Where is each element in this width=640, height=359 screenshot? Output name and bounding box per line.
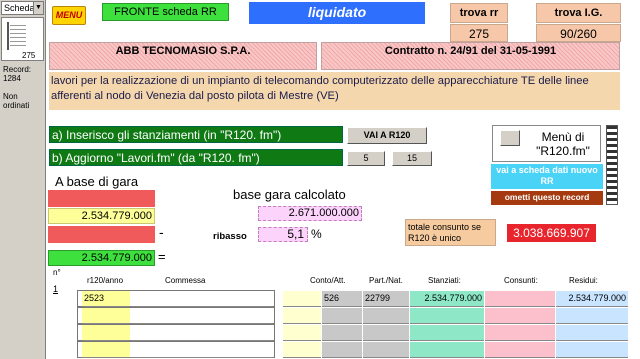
ribasso-label: ribasso (213, 231, 247, 242)
cell-stanziati[interactable]: 2.534.779.000 (410, 291, 484, 307)
contract-field[interactable]: Contratto n. 24/91 del 31-05-1991 (321, 42, 620, 70)
cell-commessa[interactable] (131, 342, 273, 358)
cell-stanziati[interactable] (410, 342, 484, 358)
vai-scheda-nuovo-rr-button[interactable]: vai a scheda dati nuovo RR (491, 164, 603, 189)
portal-table: 2523 526 22799 2.534.779.000 2.534.779.000 (0, 290, 640, 359)
base-gara-value[interactable]: 2.534.779.000 (48, 208, 155, 224)
cell-residui[interactable] (556, 342, 628, 358)
cell-conto[interactable]: 526 (322, 291, 362, 307)
table-row (0, 307, 640, 324)
description-field[interactable]: lavori per la realizzazione di un impian… (49, 72, 620, 110)
ometti-record-button[interactable]: ometti questo record (491, 191, 603, 205)
trova-ig-field[interactable]: 90/260 (536, 24, 621, 42)
chevron-down-icon[interactable]: ▼ (33, 2, 43, 14)
menu-r120-label: Menù di "R120.fm" (536, 130, 590, 158)
cell-r120[interactable]: 2523 (82, 291, 130, 307)
table-row (0, 341, 640, 358)
base-gara-red-field-bottom[interactable] (48, 226, 155, 243)
cell-stanziati[interactable] (410, 325, 484, 341)
percent-sign: % (311, 227, 322, 241)
menu-button[interactable]: MENU (52, 6, 86, 25)
base-gara-title: A base di gara (55, 174, 139, 189)
table-row: 2523 526 22799 2.534.779.000 2.534.779.000 (0, 290, 640, 307)
view-select[interactable]: Scheda ... ▼ (1, 1, 44, 15)
cell-conto[interactable] (322, 342, 362, 358)
cell-r120[interactable] (82, 308, 130, 324)
record-label: Record: (3, 65, 32, 74)
record-count: 1284 (3, 74, 21, 83)
cell-conto[interactable] (322, 325, 362, 341)
cell-commessa[interactable] (131, 308, 273, 324)
col-header-residui: Residui: (569, 276, 598, 285)
ribasso-field[interactable]: 5,1 (258, 227, 308, 242)
cell-consunti[interactable] (485, 291, 555, 307)
minus-sign: - (159, 224, 164, 240)
totale-consunto-label: totale consunto se R120 è unico (405, 219, 496, 246)
cell-consunti[interactable] (485, 342, 555, 358)
update-lavori-button[interactable]: b) Aggiorno "Lavori.fm" (da "R120. fm") (49, 149, 343, 166)
equals-sign: = (158, 249, 166, 264)
trova-rr-button[interactable]: trova rr (450, 3, 508, 23)
cell-residui[interactable] (556, 325, 628, 341)
cell-part[interactable] (363, 342, 409, 358)
step-15-button[interactable]: 15 (392, 151, 432, 166)
sort-status: Non ordinati (3, 92, 30, 110)
record-scroll-handle[interactable] (606, 125, 618, 205)
cell-gap (283, 342, 321, 358)
cell-commessa[interactable] (131, 325, 273, 341)
totale-consunto-value: 3.038.669.907 (507, 224, 596, 242)
cell-gap (283, 325, 321, 341)
base-gara-calcolato-value[interactable]: 2.671.000.000 (258, 206, 362, 221)
cell-gap (283, 308, 321, 324)
cell-gap (283, 291, 321, 307)
base-gara-calcolato-title: base gara calcolato (233, 187, 346, 202)
cell-r120[interactable] (82, 342, 130, 358)
col-header-consunti: Consunti: (504, 276, 538, 285)
col-header-part: Part./Nat. (369, 276, 403, 285)
step-5-button[interactable]: 5 (347, 151, 385, 166)
trova-ig-button[interactable]: trova I.G. (536, 3, 621, 23)
cell-conto[interactable] (322, 308, 362, 324)
record-indicator: Record: 1284 (3, 65, 31, 83)
trova-rr-field[interactable]: 275 (450, 24, 508, 42)
cell-consunti[interactable] (485, 308, 555, 324)
base-gara-total: 2.534.779.000 (48, 250, 155, 266)
col-header-commessa: Commessa (165, 276, 206, 285)
cell-residui[interactable] (556, 308, 628, 324)
status-badge: liquidato (249, 2, 425, 24)
company-field[interactable]: ABB TECNOMASIO S.P.A. (49, 42, 317, 70)
col-header-n: n° (53, 268, 61, 277)
table-row (0, 324, 640, 341)
thumb-record-number: 275 (22, 51, 36, 60)
cell-r120[interactable] (82, 325, 130, 341)
cell-part[interactable] (363, 308, 409, 324)
vai-a-r120-button[interactable]: VAI A R120 (347, 127, 427, 144)
cell-part[interactable] (363, 325, 409, 341)
cell-part[interactable]: 22799 (363, 291, 409, 307)
base-gara-red-field-top[interactable] (48, 190, 155, 207)
col-header-r120: r120/anno (87, 276, 124, 285)
insert-stanziamenti-button[interactable]: a) Inserisco gli stanziamenti (in "R120.… (49, 126, 343, 143)
menu-r120-panel: Menù di "R120.fm" (492, 125, 601, 162)
fronte-scheda-button[interactable]: FRONTE scheda RR (102, 3, 229, 21)
cell-residui[interactable]: 2.534.779.000 (556, 291, 628, 307)
cell-stanziati[interactable] (410, 308, 484, 324)
menu-r120-button[interactable] (500, 130, 520, 146)
cell-commessa[interactable] (131, 291, 273, 307)
col-header-stanziati: Stanziati: (428, 276, 461, 285)
col-header-conto: Conto/Att. (310, 276, 346, 285)
cell-consunti[interactable] (485, 325, 555, 341)
